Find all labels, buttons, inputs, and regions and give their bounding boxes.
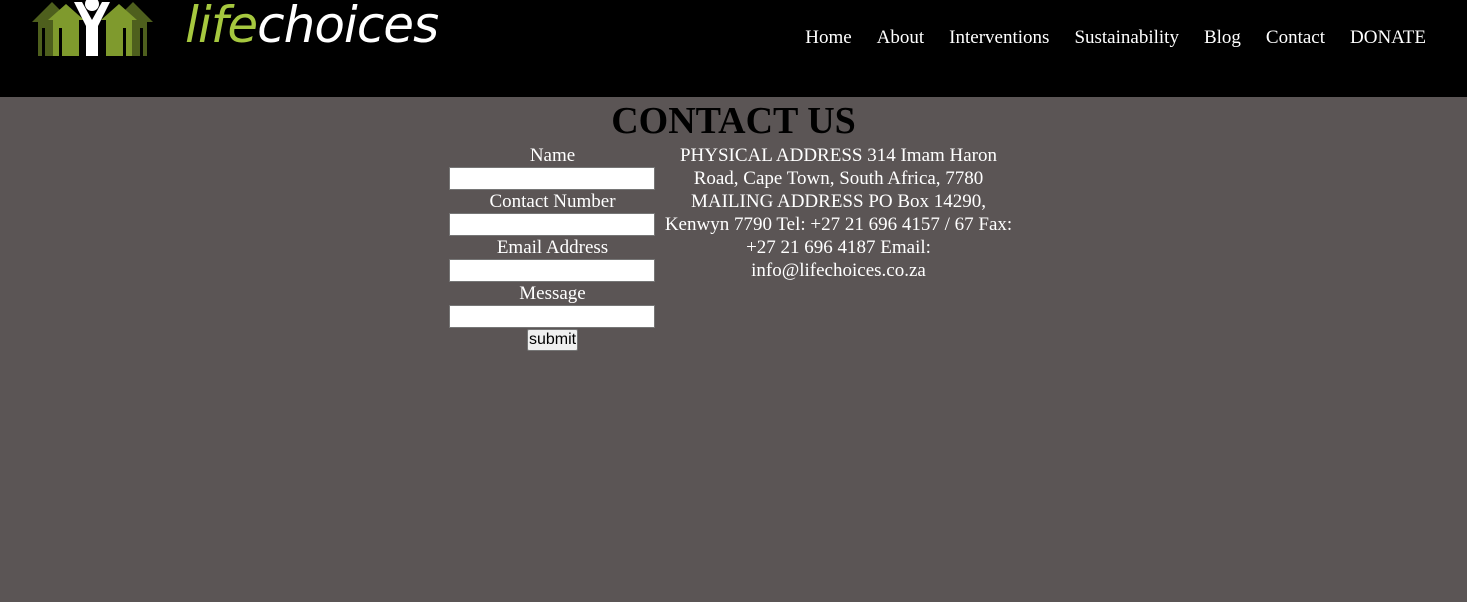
nav-sustainability-link[interactable]: Sustainability: [1074, 26, 1179, 50]
site-logo[interactable]: lifechoices: [30, 0, 439, 84]
name-input[interactable]: [449, 167, 655, 190]
contact-form: Name Contact Number Email Address Messag…: [449, 144, 656, 351]
nav-home-link[interactable]: Home: [805, 26, 851, 50]
email-address-input[interactable]: [449, 259, 655, 282]
logo-wordmark: lifechoices: [185, 0, 439, 54]
contact-number-label: Contact Number: [489, 191, 616, 212]
message-label: Message: [519, 283, 586, 304]
page-title: CONTACT US: [611, 100, 856, 142]
email-address-label: Email Address: [496, 237, 609, 258]
name-label: Name: [529, 145, 576, 166]
people-figures-icon: [32, 0, 153, 56]
contact-details: PHYSICAL ADDRESS 314 Imam Haron Road, Ca…: [664, 145, 1013, 281]
logo-text-life: life: [185, 0, 258, 54]
nav-contact-link[interactable]: Contact: [1266, 26, 1325, 50]
nav-donate-link[interactable]: DONATE: [1350, 26, 1426, 50]
submit-button[interactable]: submit: [526, 329, 579, 351]
contact-number-input[interactable]: [449, 213, 655, 236]
site-header: lifechoices Home About Interventions Sus…: [0, 0, 1467, 97]
logo-text-choices: choices: [257, 0, 439, 54]
nav-interventions-link[interactable]: Interventions: [949, 26, 1049, 50]
main-nav: Home About Interventions Sustainability …: [805, 26, 1426, 50]
nav-about-link[interactable]: About: [877, 26, 925, 50]
nav-blog-link[interactable]: Blog: [1204, 26, 1241, 50]
message-input[interactable]: [449, 305, 655, 328]
